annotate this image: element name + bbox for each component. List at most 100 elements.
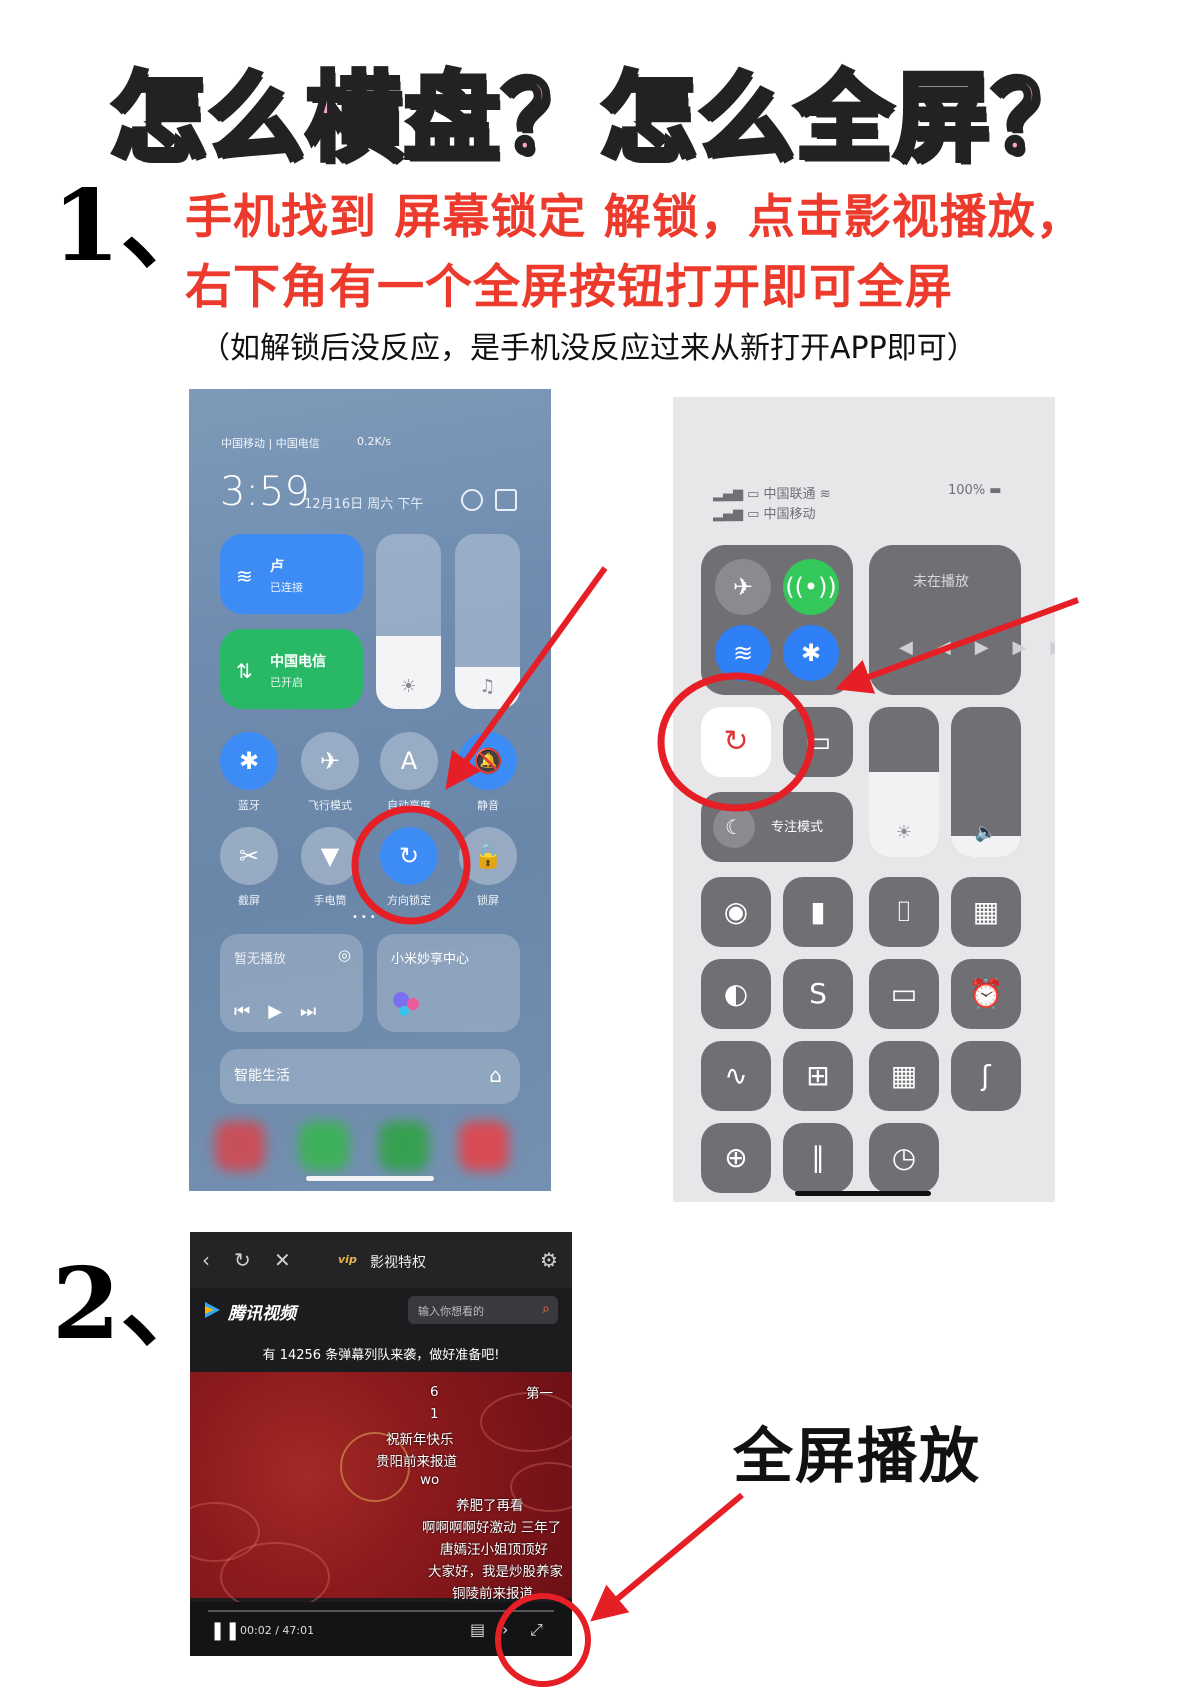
cellular-button[interactable]: ((•)): [783, 559, 839, 615]
mute-label: 静音: [477, 799, 499, 812]
mobile-data-icon: ⇅: [236, 659, 253, 683]
focus-mode-button[interactable]: ☾ 专注模式: [701, 792, 853, 862]
step-1-note: （如解锁后没反应，是手机没反应过来从新打开APP即可）: [200, 331, 977, 366]
calculator-icon: ▦: [890, 1059, 918, 1092]
settings-icon[interactable]: ⚙: [540, 1248, 558, 1272]
camera-button[interactable]: ⌷: [869, 877, 939, 947]
refresh-icon[interactable]: ↻: [234, 1248, 251, 1272]
qr-scanner-button[interactable]: ▦: [951, 877, 1021, 947]
wifi-icon: ≋: [732, 639, 754, 667]
wifi-status: 已连接: [270, 581, 303, 594]
danmaku-toggle-icon[interactable]: ▤: [470, 1620, 485, 1639]
share-center-label: 小米妙享中心: [391, 952, 470, 967]
bluetooth-button[interactable]: ✱: [783, 625, 839, 681]
lock-screen-label: 锁屏: [477, 894, 499, 907]
wifi-tile[interactable]: ≋ 卢 已连接: [220, 534, 363, 614]
flashlight-button[interactable]: ▮: [783, 877, 853, 947]
forward-icon: ▶▶: [1012, 637, 1055, 658]
danmaku-comment: 唐嫣汪小姐顶顶好: [440, 1542, 548, 1558]
rotation-lock-icon: ↻: [723, 724, 749, 759]
rotation-lock-button[interactable]: ↻: [380, 827, 438, 885]
fullscreen-icon[interactable]: ⤢: [530, 1620, 543, 1640]
media-controls[interactable]: ⏮▶⏭: [234, 1001, 334, 1022]
annotation-arrow: [590, 1492, 744, 1622]
danmaku-comment: 祝新年快乐: [386, 1432, 454, 1448]
bluetooth-label: 蓝牙: [238, 799, 260, 812]
alarm-button[interactable]: ⏰: [951, 959, 1021, 1029]
mute-icon: 🔕: [473, 747, 503, 775]
dark-mode-icon: ◐: [723, 977, 749, 1010]
media-card[interactable]: 暂无播放 ◎ ⏮▶⏭: [220, 934, 363, 1032]
now-playing-panel[interactable]: [869, 545, 1021, 695]
smart-life-card[interactable]: 智能生活 ⌂: [220, 1049, 520, 1104]
flashlight-label: 手电筒: [313, 894, 347, 907]
danmaku-comment: 养肥了再看: [456, 1498, 524, 1514]
search-input[interactable]: 输入你想看的 ⌕: [408, 1296, 558, 1324]
search-row: 腾讯视频 输入你想看的 ⌕: [190, 1288, 572, 1332]
back-icon[interactable]: ‹: [202, 1248, 210, 1272]
play-icon: ▶: [268, 1001, 301, 1022]
cellular-tile[interactable]: ⇅ 中国电信 已开启: [220, 629, 363, 709]
previous-icon: ⏮: [234, 1001, 269, 1022]
iphone-control-center-screenshot: ▂▄▆ ▭ 中国联通 ≋ ▂▄▆ ▭ 中国移动 100% ▬ ✈ ((•)) ≋…: [673, 397, 1055, 1202]
calculator-button[interactable]: ▦: [869, 1041, 939, 1111]
quick-note-button[interactable]: ⊞: [783, 1041, 853, 1111]
auto-brightness-button[interactable]: A: [380, 732, 438, 790]
lock-icon: 🔒: [473, 842, 503, 870]
search-icon[interactable]: ⌕: [542, 1301, 550, 1317]
dark-mode-button[interactable]: ◐: [701, 959, 771, 1029]
settings-icon[interactable]: [461, 489, 483, 511]
voice-memo-button[interactable]: ∥: [783, 1123, 853, 1193]
xiaomi-control-center-screenshot: 中国移动 | 中国电信 0.2K/s 3:59 12月16日 周六 下午 ≋ 卢…: [189, 389, 551, 1191]
now-playing-controls[interactable]: ◀◀▶▶▶: [899, 637, 1055, 658]
lock-screen-button[interactable]: 🔒: [459, 827, 517, 885]
screenshot-button[interactable]: ✂: [220, 827, 278, 885]
airplane-mode-button[interactable]: ✈: [715, 559, 771, 615]
wifi-button[interactable]: ≋: [715, 625, 771, 681]
mi-home-icon: ⌂: [489, 1063, 502, 1087]
brightness-slider[interactable]: ☀: [869, 707, 939, 857]
rotation-lock-icon: ↻: [398, 842, 420, 870]
waveform-icon: ∿: [724, 1059, 748, 1092]
share-center-icon: [393, 988, 433, 1018]
bluetooth-icon: ✱: [238, 747, 260, 775]
screen-record-button[interactable]: ◉: [701, 877, 771, 947]
volume-slider[interactable]: ♫: [455, 534, 520, 709]
bluetooth-button[interactable]: ✱: [220, 732, 278, 790]
progress-bar[interactable]: [208, 1610, 554, 1612]
danmaku-comment: 啊啊啊啊好激动 三年了: [422, 1520, 562, 1536]
pause-icon[interactable]: ❚❚: [210, 1620, 240, 1641]
magnifier-icon: ⊕: [724, 1141, 748, 1174]
close-icon[interactable]: ✕: [274, 1248, 291, 1272]
brightness-icon: ☀: [895, 822, 913, 843]
edit-icon[interactable]: [495, 489, 517, 511]
volume-slider[interactable]: 🔈: [951, 707, 1021, 857]
low-power-button[interactable]: ▭: [869, 959, 939, 1029]
screen-mirroring-button[interactable]: ▭: [783, 707, 853, 777]
mute-button[interactable]: 🔕: [459, 732, 517, 790]
airplane-mode-button[interactable]: ✈: [301, 732, 359, 790]
shazam-button[interactable]: S: [783, 959, 853, 1029]
flashlight-button[interactable]: ▼: [301, 827, 359, 885]
tencent-video-player-screenshot: ‹ ↻ ✕ vip 影视特权 ⚙ 腾讯视频 输入你想看的 ⌕ 有 14256 条…: [190, 1232, 572, 1656]
magnifier-button[interactable]: ⊕: [701, 1123, 771, 1193]
auto-brightness-label: 自动亮度: [387, 799, 431, 812]
sound-recognition-button[interactable]: ∿: [701, 1041, 771, 1111]
carrier-1: ▂▄▆ ▭ 中国联通 ≋: [713, 487, 831, 502]
cast-icon[interactable]: ◎: [338, 946, 351, 964]
vip-title: 影视特权: [370, 1255, 426, 1271]
next-episode-icon[interactable]: ›: [502, 1620, 508, 1639]
brightness-slider[interactable]: ☀: [376, 534, 441, 709]
alarm-clock-icon: ⏰: [968, 977, 1004, 1010]
play-icon: ▶: [974, 637, 1013, 658]
status-bar-speed: 0.2K/s: [357, 435, 392, 448]
media-label: 暂无播放: [234, 952, 287, 967]
xiaomi-share-center-card[interactable]: 小米妙享中心: [377, 934, 520, 1032]
auto-brightness-icon: A: [400, 747, 418, 775]
timer-button[interactable]: ◷: [869, 1123, 939, 1193]
danmaku-comment: 贵阳前来报道: [376, 1454, 457, 1470]
orientation-lock-button[interactable]: ↻: [701, 707, 771, 777]
hearing-button[interactable]: ʃ: [951, 1041, 1021, 1111]
speaker-icon: 🔈: [974, 822, 998, 843]
focus-mode-label: 专注模式: [771, 820, 824, 835]
